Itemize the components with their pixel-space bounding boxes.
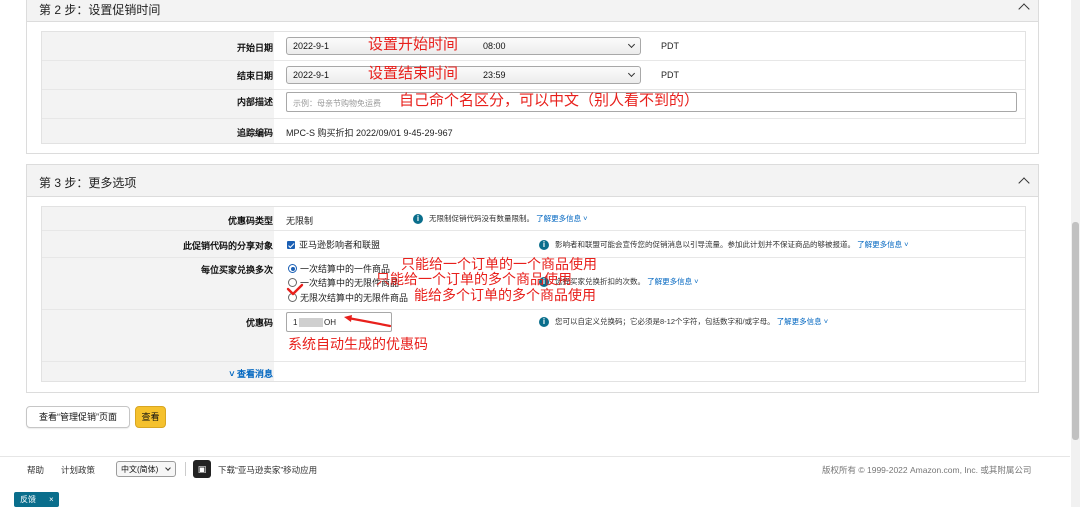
redemption-label: 每位买家兑换多次 [200, 265, 273, 275]
annotation-end-time: 设置结束时间 [368, 65, 459, 82]
end-timezone: PDT [661, 70, 679, 80]
coupon-type-label: 优惠码类型 [227, 216, 273, 226]
step2-grid: 开始日期 2022-9-1 08:00 PDT 设置开始时间 结束日期 2022… [41, 31, 1026, 144]
redemption-option-3-label: 无限次结算中的无限件商品 [300, 293, 409, 303]
view-button[interactable]: 查看 [135, 406, 166, 428]
annotation-start-time: 设置开始时间 [368, 36, 459, 53]
coupon-code-learn-more[interactable]: 了解更多信息 ˅ [777, 317, 828, 326]
step2-panel: 第 2 步：设置促销时间 开始日期 2022-9-1 08:00 PDT 设置开… [26, 0, 1039, 154]
info-icon: i [539, 317, 549, 328]
step2-header[interactable]: 第 2 步：设置促销时间 [27, 0, 1038, 22]
checkmark-annotation-icon [286, 283, 304, 296]
row-redemption: 每位买家兑换多次 一次结算中的一件商品 一次结算中的无限件商品 无限次结算中的无… [42, 257, 1025, 310]
coupon-type-info-text: 无限制促销代码没有数量限制。 [429, 214, 534, 223]
start-timezone: PDT [661, 41, 679, 51]
language-select[interactable]: 中文(简体) [116, 461, 176, 477]
footer-download-app-link[interactable]: 下载“亚马逊卖家”移动应用 [218, 464, 317, 476]
scrollbar-thumb[interactable] [1072, 222, 1079, 440]
footer-divider [0, 456, 1070, 457]
arrow-annotation-icon [344, 315, 392, 328]
row-coupon-code: 优惠码 1 OH i 您可以自定义兑换码；它必须是8-12个字符，包括数字和/或字… [42, 309, 1025, 362]
share-target-info-text: 影响者和联盟可能会宣传您的促销消息以引导流量。参加此计划并不保证商品的够被报道。 [555, 240, 855, 249]
feedback-label: 反馈 [20, 495, 36, 504]
scrollbar-track[interactable] [1071, 0, 1080, 507]
info-icon: i [539, 240, 549, 251]
share-target-checkbox[interactable]: 亚马逊影响者和联盟 [287, 238, 380, 251]
start-time-value: 08:00 [483, 41, 506, 51]
coupon-type-info: i 无限制促销代码没有数量限制。 了解更多信息 ˅ [413, 213, 588, 225]
start-date-value: 2022-9-1 [293, 41, 330, 51]
footer-program-policy-link[interactable]: 计划政策 [61, 464, 95, 476]
annotation-coupon-code: 系统自动生成的优惠码 [288, 336, 428, 352]
end-date-value: 2022-9-1 [293, 70, 330, 80]
redemption-option-3[interactable]: 无限次结算中的无限件商品 [288, 291, 408, 304]
step3-header[interactable]: 第 3 步：更多选项 [27, 165, 1038, 197]
step2-title: 第 2 步：设置促销时间 [39, 3, 161, 17]
tracking-code-label: 追踪编码 [236, 128, 273, 138]
chevron-down-icon [165, 465, 171, 471]
close-icon[interactable]: × [49, 492, 54, 507]
view-message-link[interactable]: ˅ 查看消息 [229, 367, 273, 380]
row-tracking-code: 追踪编码 MPC-S 购买折扣 2022/09/01 9-45-29-967 [42, 118, 1025, 145]
share-target-learn-more[interactable]: 了解更多信息 ˅ [857, 240, 908, 249]
annotation-internal-desc: 自己命个名区分，可以中文（别人看不到的） [399, 92, 700, 109]
chevron-down-icon [627, 69, 636, 78]
redemption-learn-more[interactable]: 了解更多信息 ˅ [647, 277, 698, 286]
row-internal-desc: 内部描述 示例：母亲节购物免运费 自己命个名区分，可以中文（别人看不到的） [42, 89, 1025, 119]
phone-app-icon[interactable]: ▣ [193, 460, 211, 478]
annotation-option-1: 只能给一个订单的一个商品使用 [401, 256, 597, 272]
coupon-code-redaction [299, 318, 323, 327]
internal-desc-label: 内部描述 [236, 97, 273, 107]
start-date-label: 开始日期 [236, 43, 273, 53]
end-date-label: 结束日期 [236, 71, 273, 81]
coupon-code-info-text: 您可以自定义兑换码；它必须是8-12个字符，包括数字和/或字母。 [555, 317, 775, 326]
feedback-button[interactable]: 反馈 × [14, 492, 59, 507]
chevron-up-icon[interactable] [1018, 3, 1030, 15]
chevron-up-icon[interactable] [1018, 177, 1030, 189]
radio-selected[interactable] [288, 264, 297, 273]
checkbox-checked[interactable] [287, 241, 295, 249]
step3-grid: 优惠码类型 无限制 i 无限制促销代码没有数量限制。 了解更多信息 ˅ 此促销代码… [41, 206, 1026, 382]
row-share-target: 此促销代码的分享对象 亚马逊影响者和联盟 i 影响者和联盟可能会宣传您的促销消息以… [42, 230, 1025, 258]
annotation-option-2: 只能给一个订单的多个商品使用 [376, 271, 572, 287]
coupon-code-label: 优惠码 [245, 318, 273, 328]
coupon-code-prefix: 1 [293, 318, 298, 327]
footer-help-link[interactable]: 帮助 [27, 464, 44, 476]
step3-panel: 第 3 步：更多选项 优惠码类型 无限制 i 无限制促销代码没有数量限制。 了解更… [26, 164, 1039, 393]
footer-copyright: 版权所有 © 1999-2022 Amazon.com, Inc. 或其附属公司 [822, 465, 1032, 475]
internal-desc-placeholder: 示例：母亲节购物免运费 [293, 99, 381, 108]
coupon-code-info: i 您可以自定义兑换码；它必须是8-12个字符，包括数字和/或字母。 了解更多信息… [539, 316, 828, 328]
chevron-down-icon [627, 40, 636, 49]
step3-title: 第 3 步：更多选项 [39, 176, 137, 190]
footer-separator [185, 462, 186, 476]
language-value: 中文(简体) [121, 465, 159, 474]
share-target-value: 亚马逊影响者和联盟 [299, 240, 381, 250]
row-view-message: ˅ 查看消息 [42, 361, 1025, 383]
share-target-label: 此促销代码的分享对象 [182, 241, 273, 251]
annotation-option-3: 能给多个订单的多个商品使用 [414, 287, 596, 303]
info-icon: i [413, 214, 423, 225]
manage-promotions-button[interactable]: 查看“管理促销”页面 [26, 406, 130, 428]
end-time-value: 23:59 [483, 70, 506, 80]
start-date-select[interactable]: 2022-9-1 08:00 [286, 37, 641, 55]
row-start-date: 开始日期 2022-9-1 08:00 PDT 设置开始时间 [42, 32, 1025, 61]
end-date-select[interactable]: 2022-9-1 23:59 [286, 66, 641, 84]
redemption-option-1[interactable]: 一次结算中的一件商品 [288, 262, 390, 275]
coupon-type-value: 无限制 [286, 216, 314, 226]
row-coupon-type: 优惠码类型 无限制 i 无限制促销代码没有数量限制。 了解更多信息 ˅ [42, 207, 1025, 231]
row-end-date: 结束日期 2022-9-1 23:59 PDT 设置结束时间 [42, 60, 1025, 90]
tracking-code-value: MPC-S 购买折扣 2022/09/01 9-45-29-967 [286, 128, 453, 138]
coupon-type-learn-more[interactable]: 了解更多信息 ˅ [536, 214, 587, 223]
share-target-info: i 影响者和联盟可能会宣传您的促销消息以引导流量。参加此计划并不保证商品的够被报道… [539, 239, 909, 251]
coupon-code-suffix: OH [324, 318, 336, 327]
